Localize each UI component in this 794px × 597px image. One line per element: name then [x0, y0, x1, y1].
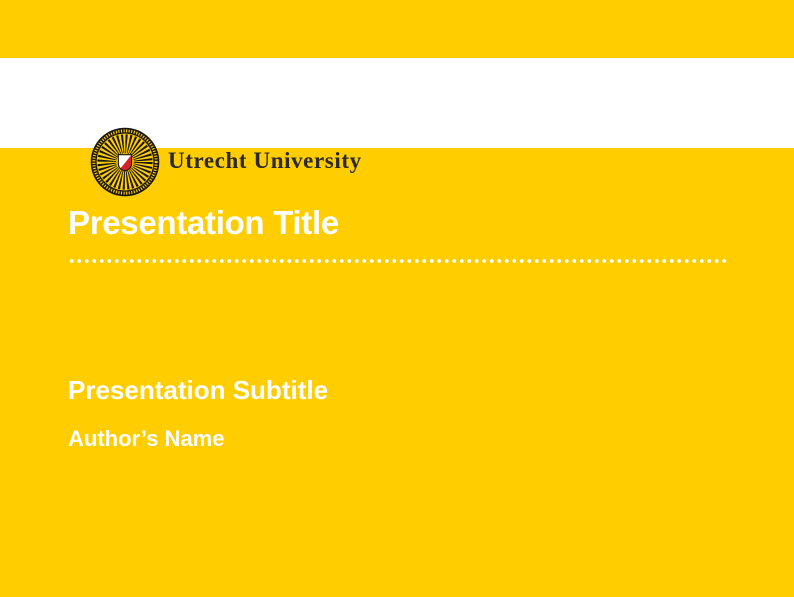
title-slide: Utrecht University Presentation Title Pr… — [0, 0, 794, 597]
logo-band: Utrecht University — [0, 58, 794, 148]
presentation-title: Presentation Title — [68, 205, 339, 241]
top-yellow-band — [0, 0, 794, 58]
presentation-subtitle: Presentation Subtitle — [68, 376, 328, 405]
utrecht-university-seal-icon — [90, 127, 160, 197]
author-name: Author’s Name — [68, 427, 224, 451]
dotted-separator — [68, 258, 728, 264]
university-wordmark: Utrecht University — [168, 116, 362, 206]
